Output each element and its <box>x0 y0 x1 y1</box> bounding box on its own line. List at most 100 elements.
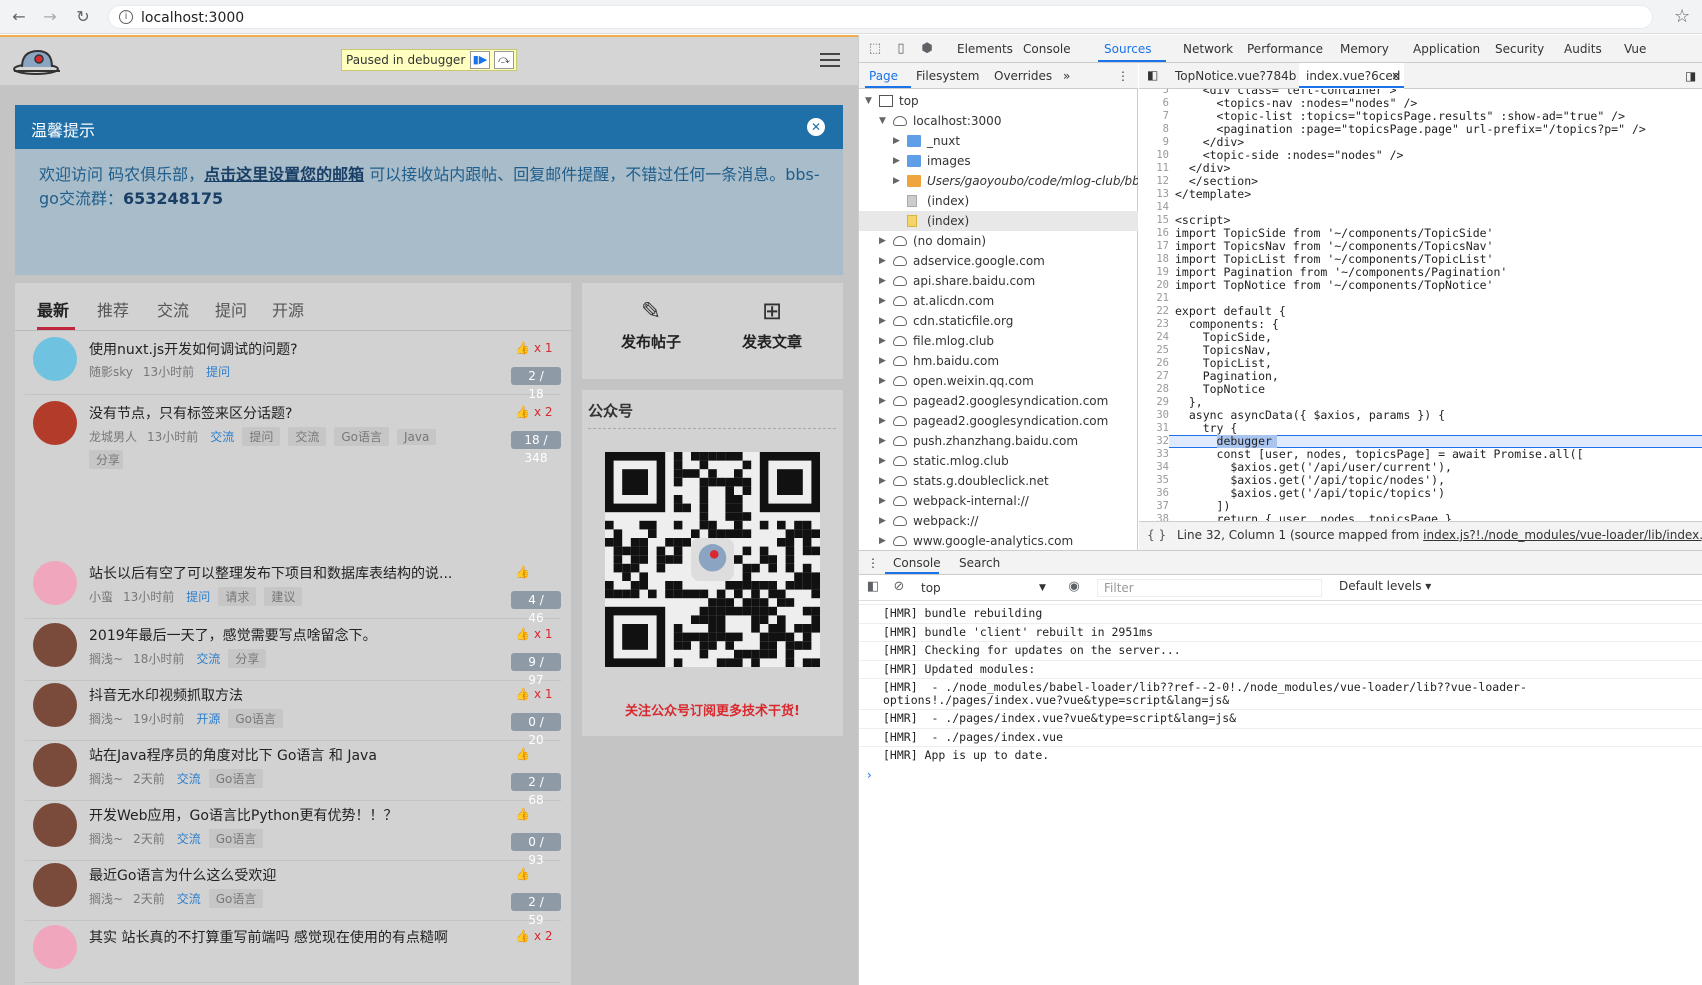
device-toolbar-icon[interactable]: ▯ <box>893 41 909 57</box>
expand-arrow-icon[interactable]: ▶ <box>879 251 886 271</box>
topic-item[interactable]: 使用nuxt.js开发如何调试的问题? 随影sky 13小时前 提问 👍 x 1 2 / 1… <box>25 331 561 401</box>
clear-console-icon[interactable]: ⊘ <box>891 579 907 595</box>
tab-elements[interactable]: Elements <box>957 42 1013 56</box>
logo-icon[interactable] <box>12 45 64 77</box>
topic-title[interactable]: 开发Web应用，Go语言比Python更有优势！！？ <box>89 805 397 825</box>
tree-item[interactable]: ▼ top <box>859 91 1138 111</box>
topic-title[interactable]: 最近Go语言为什么这么受欢迎 <box>89 865 276 885</box>
tree-item[interactable]: ▶ images <box>859 151 1138 171</box>
topic-author[interactable]: 搁浅~ <box>89 712 123 726</box>
tree-item[interactable]: ▶ push.zhanzhang.baidu.com <box>859 431 1138 451</box>
topic-title[interactable]: 没有节点，只有标签来区分话题? <box>89 403 292 423</box>
tab-memory[interactable]: Memory <box>1340 42 1389 56</box>
tree-item[interactable]: ▶ webpack-internal:// <box>859 491 1138 511</box>
thumbs-up-icon[interactable]: 👍 <box>515 565 530 579</box>
topic-item[interactable]: 站在Java程序员的角度对比下 Go语言 和 Java 搁浅~ 2天前 交流 Go语言 👍… <box>25 737 561 807</box>
like-count[interactable]: 👍 x 2 <box>515 929 553 943</box>
context-selector[interactable]: top ▼ <box>921 579 1051 597</box>
tab-recommended[interactable]: 推荐 <box>97 297 129 321</box>
address-bar[interactable]: i localhost:3000 <box>108 5 1653 29</box>
toggle-debugger-icon[interactable]: ◨ <box>1685 69 1696 83</box>
topic-item[interactable]: 其实 站长真的不打算重写前端吗 感觉现在使用的有点糙啊 👍 x 2 <box>25 919 561 983</box>
topic-tag[interactable]: 分享 <box>89 450 123 469</box>
topic-item[interactable]: 2019年最后一天了，感觉需要写点啥留念下。 搁浅~ 18小时前 交流 分享 👍 x 1 9 … <box>25 617 561 687</box>
tab-discussion[interactable]: 交流 <box>157 297 189 321</box>
tab-console[interactable]: Console <box>893 556 941 570</box>
expand-arrow-icon[interactable]: ▶ <box>893 171 900 191</box>
console-filter-input[interactable]: Filter <box>1097 579 1322 597</box>
line-number[interactable]: 37 <box>1139 500 1169 513</box>
tree-item[interactable]: ▶ api.share.baidu.com <box>859 271 1138 291</box>
like-count[interactable]: 👍 x 1 <box>515 341 553 355</box>
topic-node[interactable]: 交流 <box>210 430 234 444</box>
topic-tag[interactable]: Go语言 <box>208 829 264 848</box>
line-number[interactable]: 15 <box>1139 214 1169 227</box>
drawer-menu-icon[interactable]: ⋮ <box>867 556 879 570</box>
sidebar-toggle-icon[interactable]: ◧ <box>865 579 881 595</box>
expand-arrow-icon[interactable]: ▶ <box>879 331 886 351</box>
tab-questions[interactable]: 提问 <box>215 297 247 321</box>
topic-tag[interactable]: 分享 <box>228 649 267 668</box>
topic-tag[interactable]: Go语言 <box>228 709 284 728</box>
tree-item[interactable]: (index) <box>859 191 1138 211</box>
resume-icon[interactable]: ▮▶ <box>470 51 490 69</box>
line-number[interactable]: 21 <box>1139 292 1169 305</box>
line-number[interactable]: 17 <box>1139 240 1169 253</box>
tree-item[interactable]: ▶ (no domain) <box>859 231 1138 251</box>
thumbs-up-icon[interactable]: 👍 <box>515 627 530 641</box>
expand-arrow-icon[interactable]: ▶ <box>893 151 900 171</box>
avatar[interactable] <box>33 803 77 847</box>
line-number[interactable]: 6 <box>1139 97 1169 110</box>
expand-arrow-icon[interactable]: ▶ <box>879 451 886 471</box>
avatar[interactable] <box>33 337 77 381</box>
topic-tag[interactable]: Go语言 <box>208 889 264 908</box>
line-number[interactable]: 8 <box>1139 123 1169 136</box>
tree-item[interactable]: ▶ webpack:// <box>859 511 1138 531</box>
tab-security[interactable]: Security <box>1495 42 1544 56</box>
line-number[interactable]: 35 <box>1139 474 1169 487</box>
expand-arrow-icon[interactable]: ▶ <box>893 131 900 151</box>
topic-author[interactable]: 搁浅~ <box>89 652 123 666</box>
tree-item[interactable]: ▶ pagead2.googlesyndication.com <box>859 391 1138 411</box>
expand-arrow-icon[interactable]: ▶ <box>879 351 886 371</box>
line-number[interactable]: 10 <box>1139 149 1169 162</box>
topic-item[interactable]: 站长以后有空了可以整理发布下项目和数据库表结构的说... 小蛮 13小时前 提问 请求建… <box>25 555 561 625</box>
eye-icon[interactable]: ◉ <box>1066 579 1082 595</box>
topic-node[interactable]: 提问 <box>206 365 230 379</box>
like-count[interactable]: 👍 <box>515 565 534 579</box>
inspect-element-icon[interactable]: ⬚ <box>867 41 883 57</box>
avatar[interactable] <box>33 561 77 605</box>
topic-item[interactable]: 最近Go语言为什么这么受欢迎 搁浅~ 2天前 交流 Go语言 👍 2 / 59 <box>25 857 561 927</box>
vue-devtools-icon[interactable]: ⬢ <box>919 41 935 57</box>
tab-search[interactable]: Search <box>959 556 1000 570</box>
line-number[interactable]: 28 <box>1139 383 1169 396</box>
line-number[interactable]: 38 <box>1139 513 1169 521</box>
topic-tag[interactable]: 建议 <box>264 587 303 606</box>
tab-network[interactable]: Network <box>1183 42 1233 56</box>
thumbs-up-icon[interactable]: 👍 <box>515 687 530 701</box>
like-count[interactable]: 👍 x 1 <box>515 687 553 701</box>
expand-arrow-icon[interactable]: ▶ <box>879 291 886 311</box>
tree-item[interactable]: ▶ Users/gaoyoubo/code/mlog-club/bbs-go <box>859 171 1138 191</box>
console-prompt[interactable]: › <box>867 768 872 782</box>
line-number[interactable]: 9 <box>1139 136 1169 149</box>
topic-node[interactable]: 开源 <box>196 712 220 726</box>
expand-arrow-icon[interactable]: ▼ <box>865 91 872 111</box>
set-email-link[interactable]: 点击这里设置您的邮箱 <box>204 165 364 184</box>
topic-author[interactable]: 搁浅~ <box>89 772 123 786</box>
thumbs-up-icon[interactable]: 👍 <box>515 341 530 355</box>
step-over-icon[interactable]: ⤼ <box>494 51 514 69</box>
topic-tag[interactable]: 请求 <box>218 587 257 606</box>
line-number[interactable]: 34 <box>1139 461 1169 474</box>
topic-title[interactable]: 其实 站长真的不打算重写前端吗 感觉现在使用的有点糙啊 <box>89 927 448 947</box>
tree-item[interactable]: ▶ pagead2.googlesyndication.com <box>859 411 1138 431</box>
menu-icon[interactable] <box>820 53 840 69</box>
topic-title[interactable]: 抖音无水印视频抓取方法 <box>89 685 243 705</box>
tree-item[interactable]: ▶ static.mlog.club <box>859 451 1138 471</box>
editor-tab-index[interactable]: index.vue?6ced <box>1306 69 1400 83</box>
tree-item[interactable]: ▼ localhost:3000 <box>859 111 1138 131</box>
tab-performance[interactable]: Performance <box>1247 42 1323 56</box>
topic-tag[interactable]: 交流 <box>288 427 327 446</box>
code-view[interactable]: 5 <div class="left-container"> 6 <topics-… <box>1139 89 1702 521</box>
topic-tag[interactable]: Java <box>397 429 437 445</box>
